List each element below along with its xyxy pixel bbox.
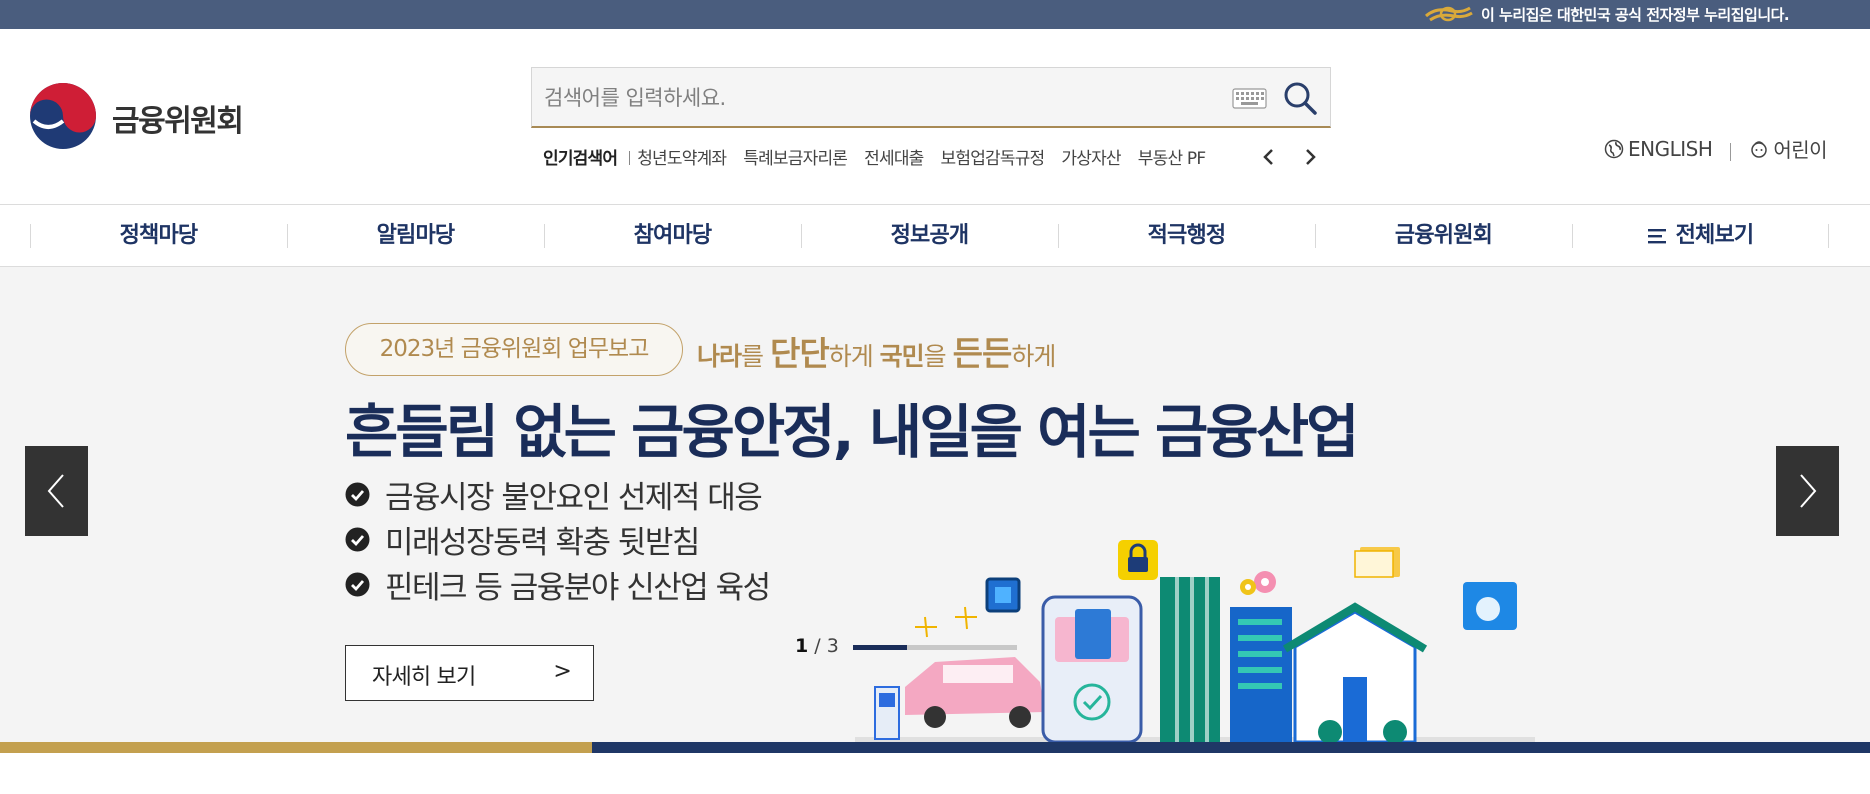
popular-title: 인기검색어 (543, 149, 618, 169)
globe-icon (1604, 139, 1624, 158)
slogan-part: 하게 (1011, 342, 1056, 371)
nav-item-notice[interactable]: 알림마당 (287, 205, 544, 267)
gov-banner: 이 누리집은 대한민국 공식 전자정부 누리집입니다. (0, 0, 1870, 29)
nav-item-proactive[interactable]: 적극행정 (1058, 205, 1315, 267)
check-circle-icon (345, 482, 370, 507)
nav-item-policy[interactable]: 정책마당 (30, 205, 287, 267)
slogan-part: 를 (741, 342, 770, 371)
site-header: 금융위원회 인기검색어 청년도약계좌 특례보금자리론 전세대출 보험업감독규정 가상자산 부… (0, 29, 1870, 205)
menu-icon (1647, 229, 1666, 244)
site-logo[interactable]: 금융위원회 (30, 83, 250, 149)
pager-current: 1 (795, 635, 809, 657)
pager-total: / 3 (814, 635, 839, 657)
banner-title: 흔들림 없는 금융안정, 내일을 여는 금융산업 (345, 398, 1359, 466)
chevron-left-icon (47, 474, 64, 508)
nav-item-disclosure[interactable]: 정보공개 (801, 205, 1058, 267)
slogan-part: 나라 (697, 342, 742, 371)
slide-pager: 1 / 3 (795, 635, 839, 657)
english-link[interactable]: ENGLISH (1604, 136, 1713, 161)
view-more-arrow: > (553, 659, 571, 684)
slogan-part: 을 (923, 342, 953, 371)
banner-bullets: 금융시장 불안요인 선제적 대응 미래성장동력 확충 뒷받침 핀테크 등 금융분… (345, 472, 771, 607)
nav-item-participation[interactable]: 참여마당 (544, 205, 801, 267)
popular-keyword[interactable]: 가상자산 (1061, 144, 1121, 169)
search-icon[interactable] (1282, 80, 1318, 116)
lock-icon (1118, 540, 1158, 580)
chevron-right-icon[interactable] (1299, 146, 1321, 168)
logo-text: 금융위원회 (112, 104, 244, 139)
bullet-item: 금융시장 불안요인 선제적 대응 (345, 472, 770, 517)
check-circle-icon (345, 527, 370, 552)
nav-item-fsc[interactable]: 금융위원회 (1315, 205, 1572, 267)
english-label: ENGLISH (1628, 136, 1713, 161)
banner-bottom-bar (0, 742, 1870, 753)
popular-keyword[interactable]: 청년도약계좌 (637, 144, 727, 169)
report-badge: 2023년 금융위원회 업무보고 (345, 323, 683, 376)
util-links: ENGLISH 어린이 (1604, 134, 1828, 164)
view-more-button[interactable]: 자세히 보기 > (345, 645, 594, 701)
kids-label: 어린이 (1773, 138, 1828, 162)
popular-keyword-list: 청년도약계좌 특례보금자리론 전세대출 보험업감독규정 가상자산 부동산 PF (637, 144, 1237, 169)
view-more-label: 자세히 보기 (372, 665, 476, 690)
taegeuk-emblem-icon (30, 83, 96, 149)
egov-mark-icon (1424, 6, 1473, 22)
popular-keywords: 인기검색어 청년도약계좌 특례보금자리론 전세대출 보험업감독규정 가상자산 부동산 PF (543, 144, 1237, 169)
bullet-text: 핀테크 등 금융분야 신산업 육성 (385, 570, 771, 606)
search-box (531, 67, 1331, 128)
kids-icon (1751, 140, 1768, 158)
kids-link[interactable]: 어린이 (1749, 134, 1828, 163)
divider (1730, 142, 1732, 161)
nav-item-all-menu[interactable]: 전체보기 (1572, 205, 1829, 267)
slide-next-button[interactable] (1776, 446, 1839, 536)
gov-banner-text: 이 누리집은 대한민국 공식 전자정부 누리집입니다. (1481, 6, 1790, 24)
main-visual-banner: 2023년 금융위원회 업무보고 나라를 단단하게 국민을 든든하게 흔들림 없… (0, 267, 1870, 742)
search-input[interactable] (544, 80, 1224, 116)
bullet-text: 금융시장 불안요인 선제적 대응 (385, 480, 763, 516)
popular-keyword[interactable]: 특례보금자리론 (743, 144, 848, 169)
slogan-part: 하게 (828, 342, 880, 371)
check-circle-icon (345, 572, 370, 597)
keyboard-icon[interactable] (1232, 88, 1267, 109)
popular-keyword[interactable]: 부동산 PF (1138, 144, 1206, 169)
slogan-part: 단단 (769, 334, 830, 373)
popular-keyword[interactable]: 보험업감독규정 (941, 144, 1046, 169)
slogan: 나라를 단단하게 국민을 든든하게 (697, 327, 1056, 375)
bullet-item: 미래성장동력 확충 뒷받침 (345, 517, 770, 562)
slide-prev-button[interactable] (25, 446, 88, 536)
bullet-text: 미래성장동력 확충 뒷받침 (385, 525, 700, 561)
banner-bottom-accent (0, 742, 592, 753)
main-nav: 정책마당 알림마당 참여마당 정보공개 적극행정 금융위원회 전체보기 (0, 205, 1870, 267)
chevron-right-icon (1800, 474, 1817, 508)
bullet-item: 핀테크 등 금융분야 신산업 육성 (345, 562, 771, 607)
nav-all-label: 전체보기 (1675, 223, 1755, 248)
chevron-left-icon[interactable] (1258, 146, 1280, 168)
finance-city-illustration (855, 547, 1535, 742)
divider (629, 151, 631, 165)
slogan-part: 든든 (952, 334, 1013, 373)
popular-keyword[interactable]: 전세대출 (864, 144, 924, 169)
slogan-part: 국민 (879, 342, 925, 371)
